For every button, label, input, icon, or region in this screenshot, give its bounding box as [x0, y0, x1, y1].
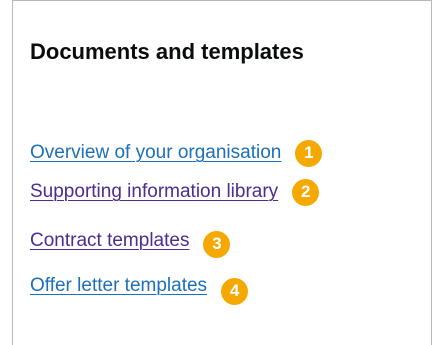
number-marker-3: 3	[203, 230, 231, 258]
panel-heading: Documents and templates	[30, 39, 304, 64]
link-row-contract-templates: Contract templates 3	[30, 226, 231, 258]
contract-templates-link[interactable]: Contract templates	[30, 229, 189, 253]
number-marker-4: 4	[221, 277, 249, 305]
link-row-offer-letter-templates: Offer letter templates 4	[30, 271, 249, 305]
offer-letter-templates-link[interactable]: Offer letter templates	[30, 274, 207, 298]
link-row-supporting-information: Supporting information library 2	[30, 177, 320, 207]
number-marker-1: 1	[295, 139, 323, 167]
overview-of-your-organisation-link[interactable]: Overview of your organisation	[30, 141, 281, 165]
supporting-information-library-link[interactable]: Supporting information library	[30, 180, 278, 204]
documents-and-templates-panel: Documents and templates Overview of your…	[12, 0, 432, 345]
number-marker-2: 2	[292, 178, 320, 206]
link-row-overview: Overview of your organisation 1	[30, 138, 323, 168]
